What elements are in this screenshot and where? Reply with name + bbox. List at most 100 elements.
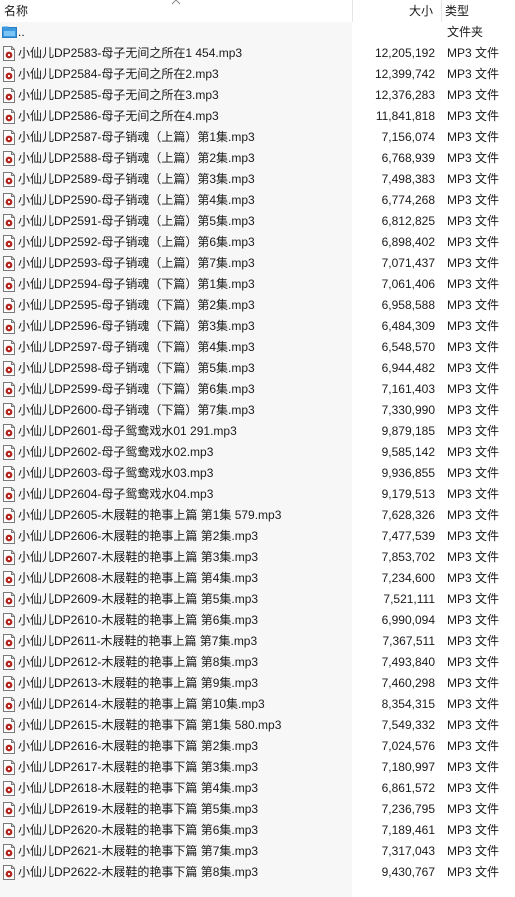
- folder-up-icon: [2, 26, 17, 38]
- file-row[interactable]: 小仙儿DP2590-母子销魂（上篇）第4集.mp3 6,774,268 MP3 文件: [0, 190, 515, 211]
- file-row[interactable]: 小仙儿DP2597-母子销魂（下篇）第4集.mp3 6,548,570 MP3 文件: [0, 337, 515, 358]
- file-name: 小仙儿DP2614-木屐鞋的艳事上篇 第10集.mp3: [18, 697, 265, 711]
- file-row[interactable]: 小仙儿DP2593-母子销魂（上篇）第7集.mp3 7,071,437 MP3 文件: [0, 253, 515, 274]
- file-size: 9,879,185: [381, 424, 435, 438]
- mp3-file-icon: [3, 151, 15, 166]
- file-type: MP3 文件: [447, 109, 500, 123]
- file-row[interactable]: 小仙儿DP2620-木屐鞋的艳事下篇 第6集.mp3 7,189,461 MP3 文…: [0, 820, 515, 841]
- file-name: 小仙儿DP2590-母子销魂（上篇）第4集.mp3: [18, 193, 255, 207]
- file-size: 6,898,402: [381, 235, 435, 249]
- file-type: MP3 文件: [447, 844, 500, 858]
- file-row[interactable]: 小仙儿DP2588-母子销魂（上篇）第2集.mp3 6,768,939 MP3 文件: [0, 148, 515, 169]
- file-size: 6,861,572: [381, 781, 435, 795]
- mp3-file-icon: [3, 445, 15, 460]
- file-name: 小仙儿DP2608-木屐鞋的艳事上篇 第4集.mp3: [18, 571, 259, 585]
- file-type: MP3 文件: [447, 67, 500, 81]
- file-row[interactable]: 小仙儿DP2596-母子销魂（下篇）第3集.mp3 6,484,309 MP3 文件: [0, 316, 515, 337]
- file-row[interactable]: 小仙儿DP2607-木屐鞋的艳事上篇 第3集.mp3 7,853,702 MP3 文…: [0, 547, 515, 568]
- file-row[interactable]: 小仙儿DP2622-木屐鞋的艳事下篇 第8集.mp3 9,430,767 MP3 文…: [0, 862, 515, 883]
- mp3-file-icon: [3, 298, 15, 313]
- file-row[interactable]: 小仙儿DP2589-母子销魂（上篇）第3集.mp3 7,498,383 MP3 文件: [0, 169, 515, 190]
- file-name: 小仙儿DP2620-木屐鞋的艳事下篇 第6集.mp3: [18, 823, 259, 837]
- file-row[interactable]: 小仙儿DP2592-母子销魂（上篇）第6集.mp3 6,898,402 MP3 文件: [0, 232, 515, 253]
- file-name: 小仙儿DP2618-木屐鞋的艳事下篇 第4集.mp3: [18, 781, 259, 795]
- file-name: 小仙儿DP2610-木屐鞋的艳事上篇 第6集.mp3: [18, 613, 259, 627]
- parent-folder-name: ..: [18, 25, 25, 39]
- file-row[interactable]: 小仙儿DP2587-母子销魂（上篇）第1集.mp3 7,156,074 MP3 文件: [0, 127, 515, 148]
- file-row[interactable]: 小仙儿DP2585-母子无间之所在3.mp3 12,376,283 MP3 文件: [0, 85, 515, 106]
- file-row[interactable]: 小仙儿DP2610-木屐鞋的艳事上篇 第6集.mp3 6,990,094 MP3 文…: [0, 610, 515, 631]
- file-row[interactable]: 小仙儿DP2601-母子鸳鸯戏水01 291.mp3 9,879,185 MP3 文…: [0, 421, 515, 442]
- file-name: 小仙儿DP2603-母子鸳鸯戏水03.mp3: [18, 466, 214, 480]
- column-separator[interactable]: [441, 0, 442, 22]
- file-row[interactable]: 小仙儿DP2583-母子无间之所在1 454.mp3 12,205,192 MP3 …: [0, 43, 515, 64]
- file-type: MP3 文件: [447, 214, 500, 228]
- file-type: MP3 文件: [447, 46, 500, 60]
- file-type: MP3 文件: [447, 613, 500, 627]
- file-type: MP3 文件: [447, 529, 500, 543]
- file-list: .. 文件夹 小仙儿DP2583-母子无间之所在1 454.mp3 12,205,…: [0, 22, 515, 883]
- mp3-file-icon: [3, 676, 15, 691]
- file-row[interactable]: 小仙儿DP2600-母子销魂（下篇）第7集.mp3 7,330,990 MP3 文件: [0, 400, 515, 421]
- file-row[interactable]: 小仙儿DP2617-木屐鞋的艳事下篇 第3集.mp3 7,180,997 MP3 文…: [0, 757, 515, 778]
- file-row[interactable]: 小仙儿DP2591-母子销魂（上篇）第5集.mp3 6,812,825 MP3 文件: [0, 211, 515, 232]
- file-size: 8,354,315: [381, 697, 435, 711]
- file-row[interactable]: 小仙儿DP2612-木屐鞋的艳事上篇 第8集.mp3 7,493,840 MP3 文…: [0, 652, 515, 673]
- file-row[interactable]: 小仙儿DP2614-木屐鞋的艳事上篇 第10集.mp3 8,354,315 MP3 …: [0, 694, 515, 715]
- file-size: 9,936,855: [381, 466, 435, 480]
- file-size: 9,179,513: [381, 487, 435, 501]
- file-row[interactable]: 小仙儿DP2602-母子鸳鸯戏水02.mp3 9,585,142 MP3 文件: [0, 442, 515, 463]
- file-row[interactable]: 小仙儿DP2594-母子销魂（下篇）第1集.mp3 7,061,406 MP3 文件: [0, 274, 515, 295]
- file-size: 9,585,142: [381, 445, 435, 459]
- file-row[interactable]: 小仙儿DP2611-木屐鞋的艳事上篇 第7集.mp3 7,367,511 MP3 文…: [0, 631, 515, 652]
- file-row[interactable]: 小仙儿DP2584-母子无间之所在2.mp3 12,399,742 MP3 文件: [0, 64, 515, 85]
- file-row[interactable]: 小仙儿DP2608-木屐鞋的艳事上篇 第4集.mp3 7,234,600 MP3 文…: [0, 568, 515, 589]
- file-name: 小仙儿DP2596-母子销魂（下篇）第3集.mp3: [18, 319, 255, 333]
- file-size: 6,812,825: [381, 214, 435, 228]
- column-header-type[interactable]: 类型: [445, 0, 515, 22]
- parent-folder-row[interactable]: .. 文件夹: [0, 22, 515, 43]
- file-size: 7,024,576: [381, 739, 435, 753]
- file-row[interactable]: 小仙儿DP2606-木屐鞋的艳事上篇 第2集.mp3 7,477,539 MP3 文…: [0, 526, 515, 547]
- mp3-file-icon: [3, 130, 15, 145]
- file-name: 小仙儿DP2619-木屐鞋的艳事下篇 第5集.mp3: [18, 802, 259, 816]
- file-name: 小仙儿DP2591-母子销魂（上篇）第5集.mp3: [18, 214, 255, 228]
- file-row[interactable]: 小仙儿DP2595-母子销魂（下篇）第2集.mp3 6,958,588 MP3 文件: [0, 295, 515, 316]
- file-size: 7,628,326: [381, 508, 435, 522]
- file-row[interactable]: 小仙儿DP2619-木屐鞋的艳事下篇 第5集.mp3 7,236,795 MP3 文…: [0, 799, 515, 820]
- file-name: 小仙儿DP2622-木屐鞋的艳事下篇 第8集.mp3: [18, 865, 259, 879]
- file-name: 小仙儿DP2607-木屐鞋的艳事上篇 第3集.mp3: [18, 550, 259, 564]
- file-row[interactable]: 小仙儿DP2604-母子鸳鸯戏水04.mp3 9,179,513 MP3 文件: [0, 484, 515, 505]
- column-header-size[interactable]: 大小: [352, 0, 437, 22]
- file-size: 9,430,767: [381, 865, 435, 879]
- file-row[interactable]: 小仙儿DP2621-木屐鞋的艳事下篇 第7集.mp3 7,317,043 MP3 文…: [0, 841, 515, 862]
- file-row[interactable]: 小仙儿DP2609-木屐鞋的艳事上篇 第5集.mp3 7,521,111 MP3 文…: [0, 589, 515, 610]
- file-size: 7,367,511: [382, 634, 436, 648]
- file-row[interactable]: 小仙儿DP2586-母子无间之所在4.mp3 11,841,818 MP3 文件: [0, 106, 515, 127]
- file-size: 7,061,406: [381, 277, 435, 291]
- file-row[interactable]: 小仙儿DP2605-木屐鞋的艳事上篇 第1集 579.mp3 7,628,326 M…: [0, 505, 515, 526]
- file-row[interactable]: 小仙儿DP2618-木屐鞋的艳事下篇 第4集.mp3 6,861,572 MP3 文…: [0, 778, 515, 799]
- file-row[interactable]: 小仙儿DP2615-木屐鞋的艳事下篇 第1集 580.mp3 7,549,332 M…: [0, 715, 515, 736]
- mp3-file-icon: [3, 760, 15, 775]
- file-type: MP3 文件: [447, 340, 500, 354]
- mp3-file-icon: [3, 403, 15, 418]
- mp3-file-icon: [3, 487, 15, 502]
- mp3-file-icon: [3, 466, 15, 481]
- mp3-file-icon: [3, 802, 15, 817]
- file-size: 6,548,570: [381, 340, 435, 354]
- mp3-file-icon: [3, 256, 15, 271]
- file-row[interactable]: 小仙儿DP2603-母子鸳鸯戏水03.mp3 9,936,855 MP3 文件: [0, 463, 515, 484]
- file-row[interactable]: 小仙儿DP2599-母子销魂（下篇）第6集.mp3 7,161,403 MP3 文件: [0, 379, 515, 400]
- file-type: MP3 文件: [447, 676, 500, 690]
- file-type: MP3 文件: [447, 466, 500, 480]
- file-type: MP3 文件: [447, 403, 500, 417]
- file-type: MP3 文件: [447, 445, 500, 459]
- file-type: MP3 文件: [447, 193, 500, 207]
- mp3-file-icon: [3, 340, 15, 355]
- file-row[interactable]: 小仙儿DP2598-母子销魂（下篇）第5集.mp3 6,944,482 MP3 文件: [0, 358, 515, 379]
- file-type: MP3 文件: [447, 424, 500, 438]
- file-row[interactable]: 小仙儿DP2616-木屐鞋的艳事下篇 第2集.mp3 7,024,576 MP3 文…: [0, 736, 515, 757]
- file-row[interactable]: 小仙儿DP2613-木屐鞋的艳事上篇 第9集.mp3 7,460,298 MP3 文…: [0, 673, 515, 694]
- file-name: 小仙儿DP2611-木屐鞋的艳事上篇 第7集.mp3: [18, 634, 258, 648]
